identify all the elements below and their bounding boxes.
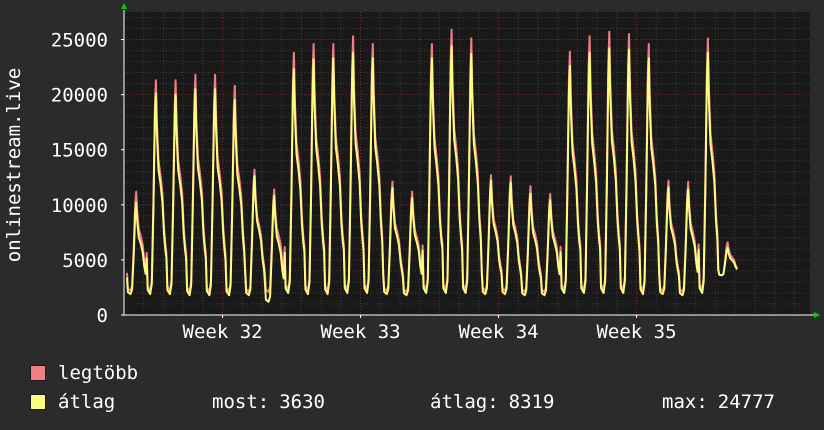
x-tick-label: Week 32 bbox=[183, 321, 263, 343]
y-axis-arrow bbox=[121, 3, 127, 9]
stat-current: most: 3630 bbox=[212, 391, 325, 413]
x-tick-label: Week 35 bbox=[596, 321, 676, 343]
stat-average-label: átlag: bbox=[430, 391, 499, 413]
x-axis-arrow bbox=[814, 312, 820, 318]
y-tick-label: 20000 bbox=[51, 85, 108, 107]
y-tick-label: 0 bbox=[97, 305, 108, 327]
stat-max-value: 24777 bbox=[717, 391, 775, 413]
stat-average-value: 8319 bbox=[508, 391, 555, 413]
legend-label-max: legtöbb bbox=[58, 362, 139, 384]
stat-current-label: most: bbox=[212, 391, 270, 413]
x-tick-label: Week 34 bbox=[459, 321, 539, 343]
legend-label-avg: átlag bbox=[58, 391, 116, 413]
y-axis-label: onlinestream.live bbox=[3, 68, 25, 262]
y-tick-label: 10000 bbox=[51, 195, 108, 217]
stat-max: max: 24777 bbox=[662, 391, 775, 413]
chart-container: 0 5000 10000 15000 20000 25000 Week 32 Week 33 W… bbox=[0, 0, 824, 430]
stat-max-label: max: bbox=[662, 391, 708, 413]
y-tick-label: 15000 bbox=[51, 140, 108, 162]
stat-average: átlag: 8319 bbox=[430, 391, 554, 413]
legend-swatch-avg bbox=[30, 394, 46, 410]
legend-swatch-max bbox=[30, 365, 46, 381]
stat-current-value: 3630 bbox=[279, 391, 325, 413]
y-tick-label: 25000 bbox=[51, 30, 108, 52]
x-tick-label: Week 33 bbox=[321, 321, 401, 343]
legend-item-avg: átlag most: 3630 átlag: 8319 max: 24777 bbox=[30, 391, 820, 413]
y-tick-label: 5000 bbox=[62, 250, 108, 272]
